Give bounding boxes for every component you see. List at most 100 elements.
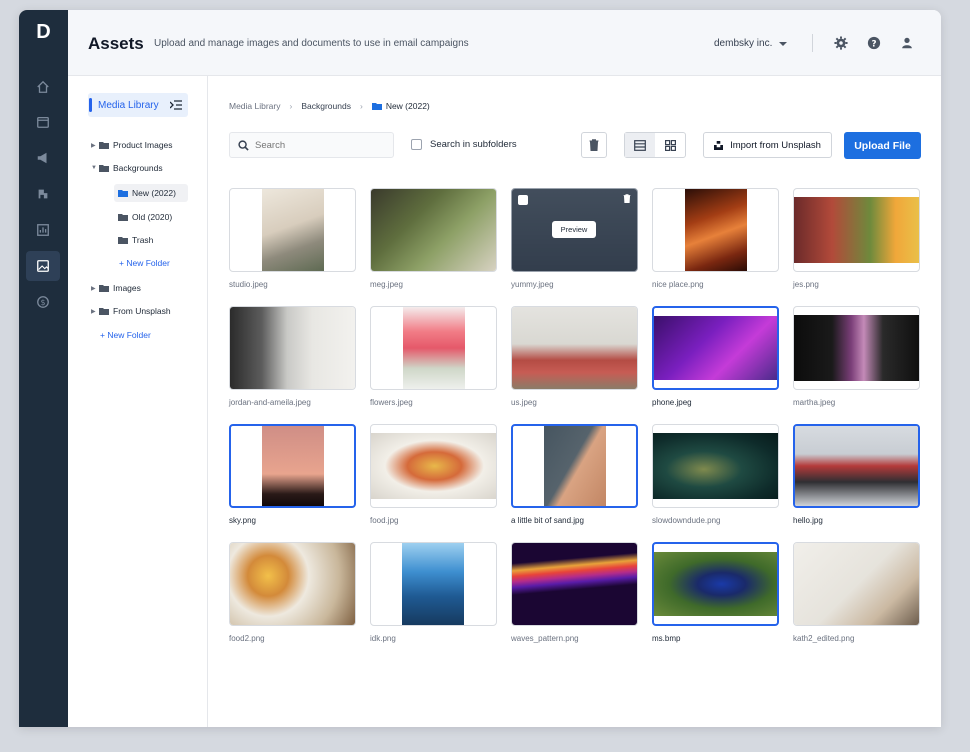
caret-right-icon[interactable]: ▶: [91, 285, 99, 292]
folder-icon: [99, 285, 109, 292]
new-subfolder-link[interactable]: + New Folder: [119, 258, 170, 268]
asset-card[interactable]: martha.jpeg: [793, 306, 920, 407]
asset-thumbnail[interactable]: [229, 424, 356, 508]
caret-right-icon[interactable]: ▶: [91, 308, 99, 315]
asset-thumbnail[interactable]: [511, 306, 638, 390]
asset-thumbnail[interactable]: [229, 542, 356, 626]
asset-card[interactable]: idk.png: [370, 542, 497, 643]
asset-card[interactable]: Preview yummy.jpeg: [511, 188, 638, 289]
preview-button[interactable]: Preview: [552, 221, 596, 238]
tree-item-label: Images: [113, 283, 141, 293]
list-view-button[interactable]: [625, 133, 655, 157]
grid-view-button[interactable]: [655, 133, 685, 157]
asset-thumbnail[interactable]: [370, 542, 497, 626]
asset-card[interactable]: a little bit of sand.jpg: [511, 424, 638, 525]
collapse-tree-icon[interactable]: [170, 100, 182, 110]
upload-file-button[interactable]: Upload File: [844, 132, 921, 159]
asset-card[interactable]: sky.png: [229, 424, 356, 525]
svg-text:$: $: [40, 298, 45, 307]
dollar-icon[interactable]: $: [26, 287, 60, 317]
asset-card[interactable]: phone.jpeg: [652, 306, 779, 407]
trash-icon[interactable]: [623, 194, 631, 203]
org-switcher[interactable]: dembsky inc.: [714, 38, 788, 49]
asset-filename: flowers.jpeg: [370, 398, 413, 407]
asset-thumbnail[interactable]: [793, 424, 920, 508]
tree-item-new-2022[interactable]: New (2022): [114, 184, 188, 202]
asset-card[interactable]: food.jpg: [370, 424, 497, 525]
import-unsplash-button[interactable]: Import from Unsplash: [703, 132, 832, 158]
active-indicator: [89, 98, 92, 112]
asset-filename: ms.bmp: [652, 634, 681, 643]
asset-thumbnail[interactable]: [652, 306, 779, 390]
folder-icon: [99, 308, 109, 315]
asset-card[interactable]: us.jpeg: [511, 306, 638, 407]
breadcrumb-current: New (2022): [371, 101, 430, 111]
megaphone-icon[interactable]: [26, 143, 60, 173]
asset-card[interactable]: hello.jpg: [793, 424, 920, 525]
asset-card[interactable]: ms.bmp: [652, 542, 779, 643]
tree-item-product-images[interactable]: ▶ Product Images: [91, 137, 173, 153]
asset-thumbnail[interactable]: [229, 306, 356, 390]
page-title: Assets: [88, 34, 144, 53]
asset-thumbnail[interactable]: [511, 424, 638, 508]
asset-card[interactable]: slowdowndude.png: [652, 424, 779, 525]
tree-item-images[interactable]: ▶ Images: [91, 280, 141, 296]
search-subfolders-toggle[interactable]: Search in subfolders: [411, 139, 517, 150]
asset-thumbnail[interactable]: [370, 424, 497, 508]
asset-card[interactable]: kath2_edited.png: [793, 542, 920, 643]
app-logo[interactable]: D: [19, 18, 68, 46]
trash-icon: [589, 139, 599, 151]
asset-card[interactable]: food2.png: [229, 542, 356, 643]
breadcrumb-media-library[interactable]: Media Library: [229, 101, 281, 111]
asset-card[interactable]: jes.png: [793, 188, 920, 289]
asset-thumbnail[interactable]: [370, 306, 497, 390]
tree-item-backgrounds[interactable]: ▼ Backgrounds: [91, 160, 163, 176]
tree-item-old-2020[interactable]: Old (2020): [118, 209, 172, 225]
chart-icon[interactable]: [26, 215, 60, 245]
folder-icon: [371, 103, 382, 110]
help-icon[interactable]: ?: [867, 36, 881, 50]
calendar-icon[interactable]: [26, 107, 60, 137]
asset-thumbnail[interactable]: [793, 542, 920, 626]
photo-flowers: [403, 307, 465, 389]
asset-thumbnail[interactable]: [229, 188, 356, 272]
asset-thumbnail[interactable]: [793, 188, 920, 272]
caret-right-icon[interactable]: ▶: [91, 142, 99, 149]
photo-ms: [654, 552, 777, 616]
subfolders-checkbox[interactable]: [411, 139, 422, 150]
asset-thumbnail[interactable]: [370, 188, 497, 272]
asset-card[interactable]: jordan-and-ameila.jpeg: [229, 306, 356, 407]
gear-icon[interactable]: [834, 36, 848, 50]
asset-thumbnail[interactable]: [652, 188, 779, 272]
asset-thumbnail[interactable]: [793, 306, 920, 390]
pipe-icon[interactable]: [26, 179, 60, 209]
delete-button[interactable]: [581, 132, 607, 158]
asset-filename: food.jpg: [370, 516, 399, 525]
tree-item-trash[interactable]: Trash: [118, 232, 153, 248]
asset-thumbnail[interactable]: [652, 542, 779, 626]
asset-thumbnail[interactable]: [652, 424, 779, 508]
search-input[interactable]: [255, 139, 385, 151]
select-checkbox[interactable]: [518, 195, 528, 205]
breadcrumb-backgrounds[interactable]: Backgrounds: [301, 101, 351, 111]
photo-nice-place: [685, 189, 747, 271]
caret-down-icon[interactable]: ▼: [91, 165, 99, 171]
asset-card[interactable]: flowers.jpeg: [370, 306, 497, 407]
image-icon[interactable]: [26, 251, 60, 281]
asset-card[interactable]: studio.jpeg: [229, 188, 356, 289]
asset-filename: idk.png: [370, 634, 396, 643]
asset-card[interactable]: nice place.png: [652, 188, 779, 289]
user-icon[interactable]: [900, 36, 914, 50]
asset-card[interactable]: meg.jpeg: [370, 188, 497, 289]
asset-card[interactable]: waves_pattern.png: [511, 542, 638, 643]
search-box[interactable]: [229, 132, 394, 158]
asset-filename: us.jpeg: [511, 398, 537, 407]
home-icon[interactable]: [26, 72, 60, 102]
asset-filename: food2.png: [229, 634, 265, 643]
asset-filename: waves_pattern.png: [511, 634, 579, 643]
tree-root-media-library[interactable]: Media Library: [88, 93, 188, 117]
asset-thumbnail[interactable]: [511, 542, 638, 626]
tree-item-from-unsplash[interactable]: ▶ From Unsplash: [91, 303, 171, 319]
new-folder-link[interactable]: + New Folder: [100, 330, 151, 340]
asset-thumbnail[interactable]: Preview: [511, 188, 638, 272]
